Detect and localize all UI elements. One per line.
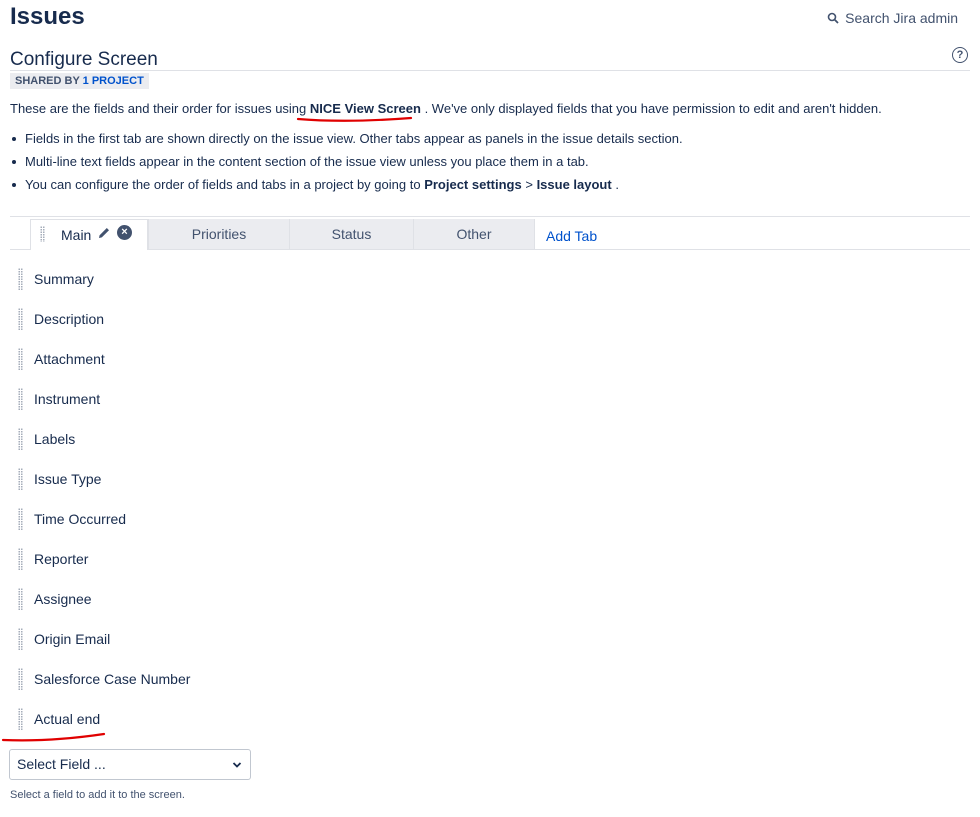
- field-row[interactable]: Reporter: [18, 547, 88, 571]
- section-title: Configure Screen: [10, 49, 158, 70]
- drag-handle-icon[interactable]: [18, 428, 23, 450]
- field-row[interactable]: Time Occurred: [18, 507, 126, 531]
- info-list: Fields in the first tab are shown direct…: [10, 130, 683, 199]
- tabs-bottom-border: [10, 249, 970, 250]
- annotation-underline-screen-name: [296, 116, 413, 122]
- help-icon[interactable]: ?: [952, 47, 968, 63]
- field-row[interactable]: Instrument: [18, 387, 100, 411]
- field-row[interactable]: Description: [18, 307, 104, 331]
- chevron-down-icon: [232, 762, 242, 768]
- info-list-item: Fields in the first tab are shown direct…: [10, 130, 683, 153]
- tab-main[interactable]: Main ×: [30, 219, 148, 250]
- field-row[interactable]: Salesforce Case Number: [18, 667, 190, 691]
- drag-handle-icon[interactable]: [18, 708, 23, 730]
- drag-handle-icon[interactable]: [40, 226, 45, 242]
- title-divider: [10, 70, 970, 71]
- field-row[interactable]: Issue Type: [18, 467, 101, 491]
- drag-handle-icon[interactable]: [18, 308, 23, 330]
- info-list-item: You can configure the order of fields an…: [10, 176, 683, 199]
- field-label: Attachment: [34, 351, 105, 367]
- info-text: Multi-line text fields appear in the con…: [25, 154, 589, 169]
- tab-label: Status: [331, 226, 372, 242]
- field-row[interactable]: Labels: [18, 427, 75, 451]
- pencil-icon[interactable]: [96, 225, 112, 241]
- drag-handle-icon[interactable]: [18, 268, 23, 290]
- tab-label: Other: [456, 226, 492, 242]
- select-field-dropdown[interactable]: Select Field ...: [9, 749, 251, 780]
- field-row[interactable]: Summary: [18, 267, 94, 291]
- intro-after: . We've only displayed fields that you h…: [424, 101, 882, 116]
- field-label: Issue Type: [34, 471, 102, 487]
- search-icon: [827, 12, 839, 24]
- field-label: Assignee: [34, 591, 92, 607]
- intro-before: These are the fields and their order for…: [10, 101, 307, 116]
- remove-circle-icon[interactable]: ×: [117, 225, 132, 240]
- info-text: Fields in the first tab are shown direct…: [25, 131, 683, 146]
- tab-other[interactable]: Other: [413, 219, 535, 249]
- tab-priorities[interactable]: Priorities: [148, 219, 289, 249]
- info-separator: >: [525, 177, 533, 192]
- drag-handle-icon[interactable]: [18, 668, 23, 690]
- field-row[interactable]: Origin Email: [18, 627, 110, 651]
- info-bold-issue-layout: Issue layout: [536, 177, 612, 192]
- add-tab-link[interactable]: Add Tab: [546, 228, 597, 244]
- search-admin-link[interactable]: Search Jira admin: [827, 10, 958, 26]
- field-label: Salesforce Case Number: [34, 671, 191, 687]
- drag-handle-icon[interactable]: [18, 348, 23, 370]
- search-admin-label: Search Jira admin: [845, 10, 958, 26]
- shared-project-link[interactable]: 1 PROJECT: [83, 75, 144, 87]
- field-row[interactable]: Assignee: [18, 587, 92, 611]
- field-label: Actual end: [34, 711, 101, 727]
- info-list-item: Multi-line text fields appear in the con…: [10, 153, 683, 176]
- drag-handle-icon[interactable]: [18, 588, 23, 610]
- annotation-underline-actual-end: [1, 732, 106, 742]
- field-row[interactable]: Actual end: [18, 707, 100, 731]
- field-label: Origin Email: [34, 631, 111, 647]
- tabs-top-border: [10, 216, 970, 217]
- drag-handle-icon[interactable]: [18, 548, 23, 570]
- field-label: Instrument: [34, 391, 101, 407]
- page-title: Issues: [10, 3, 85, 30]
- intro-text: These are the fields and their order for…: [10, 101, 882, 116]
- shared-badge: SHARED BY 1 PROJECT: [10, 73, 149, 89]
- info-text-end: .: [615, 177, 619, 192]
- tab-status[interactable]: Status: [289, 219, 413, 249]
- shared-prefix: SHARED BY: [15, 75, 80, 87]
- field-label: Reporter: [34, 551, 89, 567]
- drag-handle-icon[interactable]: [18, 388, 23, 410]
- drag-handle-icon[interactable]: [18, 468, 23, 490]
- drag-handle-icon[interactable]: [18, 628, 23, 650]
- info-bold-project-settings: Project settings: [424, 177, 522, 192]
- field-label: Description: [34, 311, 105, 327]
- info-text: You can configure the order of fields an…: [25, 177, 421, 192]
- tab-label: Priorities: [191, 226, 247, 242]
- field-label: Labels: [34, 431, 76, 447]
- drag-handle-icon[interactable]: [18, 508, 23, 530]
- field-row[interactable]: Attachment: [18, 347, 105, 371]
- field-label: Time Occurred: [34, 511, 127, 527]
- select-field-value: Select Field ...: [17, 756, 106, 772]
- select-field-hint: Select a field to add it to the screen.: [10, 789, 185, 801]
- tab-label: Main: [61, 227, 92, 243]
- field-label: Summary: [34, 271, 94, 287]
